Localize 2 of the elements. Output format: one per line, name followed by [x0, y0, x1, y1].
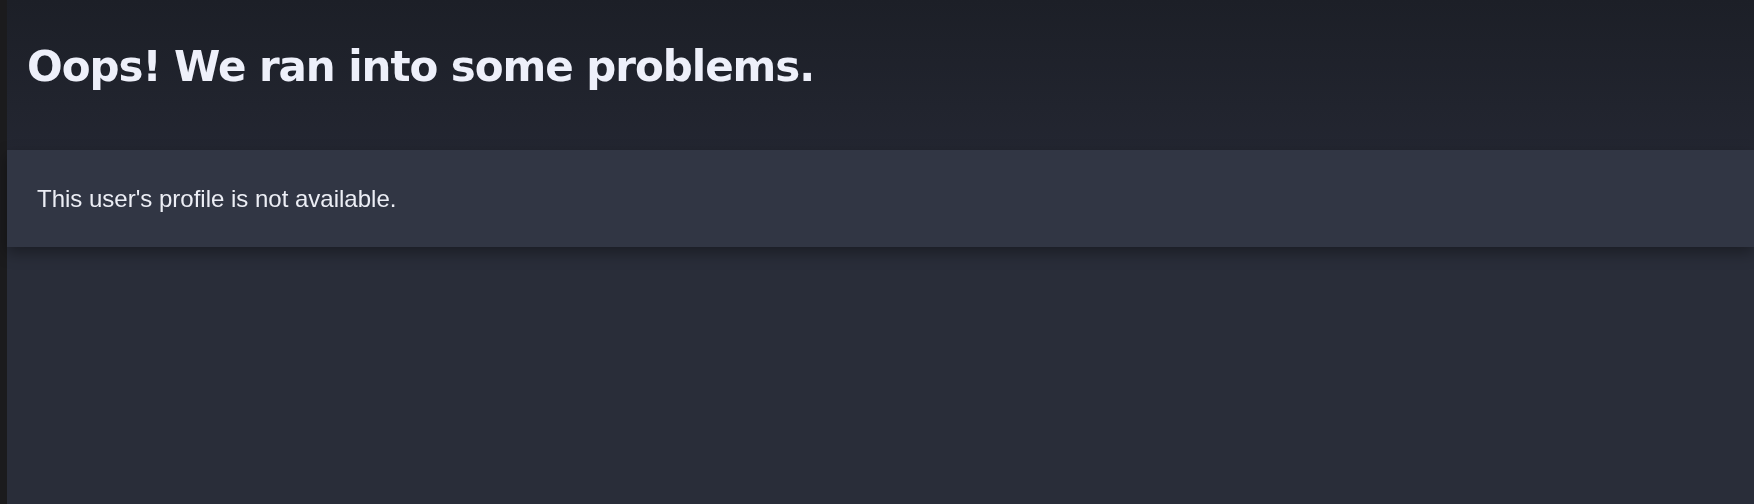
error-message: This user's profile is not available.: [37, 183, 397, 214]
error-heading: Oops! We ran into some problems.: [27, 40, 815, 93]
